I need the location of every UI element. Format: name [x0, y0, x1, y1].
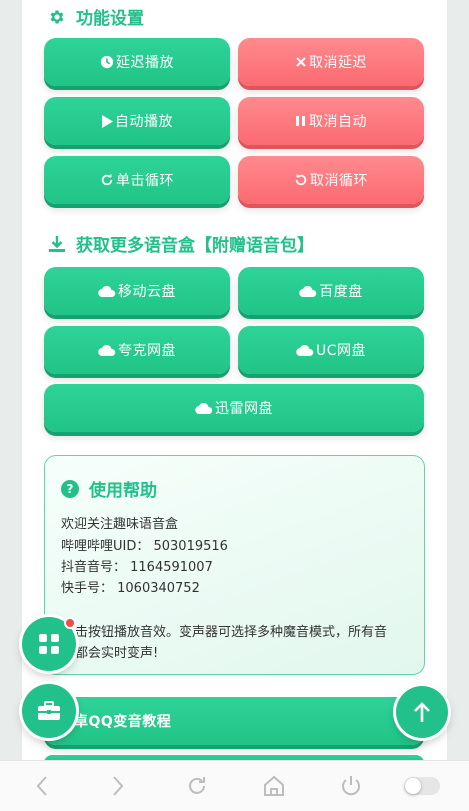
quark-pan-button[interactable]: 夸克网盘	[44, 326, 230, 374]
download-section-title: 获取更多语音盒【附赠语音包】	[48, 231, 314, 256]
cancel-loop-button[interactable]: 取消循环	[238, 156, 424, 204]
features-section-title: 功能设置	[48, 4, 144, 29]
redo-icon	[100, 173, 114, 187]
toolbox-icon	[38, 701, 60, 720]
help-description: 击按钮播放音效。变声器可选择多种魔音模式，所有音	[75, 625, 388, 640]
qq-voice-tutorial-button[interactable]: 卓QQ变音教程	[44, 697, 424, 745]
cancel-delay-button[interactable]: 取消延迟	[238, 38, 424, 86]
cloud-icon	[195, 402, 213, 414]
clock-icon	[100, 55, 114, 69]
help-line: 哔哩哔哩UID： 503019516	[61, 539, 228, 554]
play-icon	[101, 114, 113, 128]
forward-icon[interactable]	[108, 774, 128, 798]
toggle-switch[interactable]	[404, 777, 440, 795]
toggle-knob	[405, 778, 421, 794]
baidu-pan-button[interactable]: 百度盘	[238, 267, 424, 315]
notification-dot	[64, 617, 76, 629]
help-line: 欢迎关注趣味语音盒	[61, 517, 179, 532]
help-line: 快手号： 1060340752	[61, 581, 200, 596]
cloud-icon	[296, 344, 314, 356]
help-line: 抖音音号： 1164591007	[61, 560, 213, 575]
uc-pan-button[interactable]: UC网盘	[238, 326, 424, 374]
help-title: ? 使用帮助	[61, 476, 157, 501]
gear-icon	[50, 10, 64, 23]
cancel-auto-button[interactable]: 取消自动	[238, 97, 424, 145]
browser-nav-bar	[0, 760, 469, 811]
x-icon	[295, 56, 307, 68]
grid-icon	[39, 634, 59, 654]
help-description: 都会实时变声!	[75, 646, 159, 661]
help-panel: ? 使用帮助 欢迎关注趣味语音盒 哔哩哔哩UID： 503019516 抖音音号…	[44, 455, 425, 675]
home-icon[interactable]	[262, 774, 286, 798]
back-icon[interactable]	[32, 774, 52, 798]
auto-play-button[interactable]: 自动播放	[44, 97, 230, 145]
cloud-icon	[98, 344, 116, 356]
cloud-icon	[98, 285, 116, 297]
toolbox-fab[interactable]	[22, 684, 76, 738]
undo-icon	[294, 173, 308, 187]
refresh-icon[interactable]	[185, 774, 209, 798]
single-loop-button[interactable]: 单击循环	[44, 156, 230, 204]
question-icon: ?	[61, 479, 79, 498]
cloud-icon	[299, 285, 317, 297]
mobile-cloud-button[interactable]: 移动云盘	[44, 267, 230, 315]
scroll-top-fab[interactable]	[396, 686, 448, 738]
pause-icon	[295, 115, 307, 127]
power-icon[interactable]	[339, 774, 363, 798]
download-icon	[49, 235, 65, 252]
xunlei-pan-button[interactable]: 迅雷网盘	[44, 384, 424, 432]
delay-play-button[interactable]: 延迟播放	[44, 38, 230, 86]
arrow-up-icon	[414, 702, 430, 722]
